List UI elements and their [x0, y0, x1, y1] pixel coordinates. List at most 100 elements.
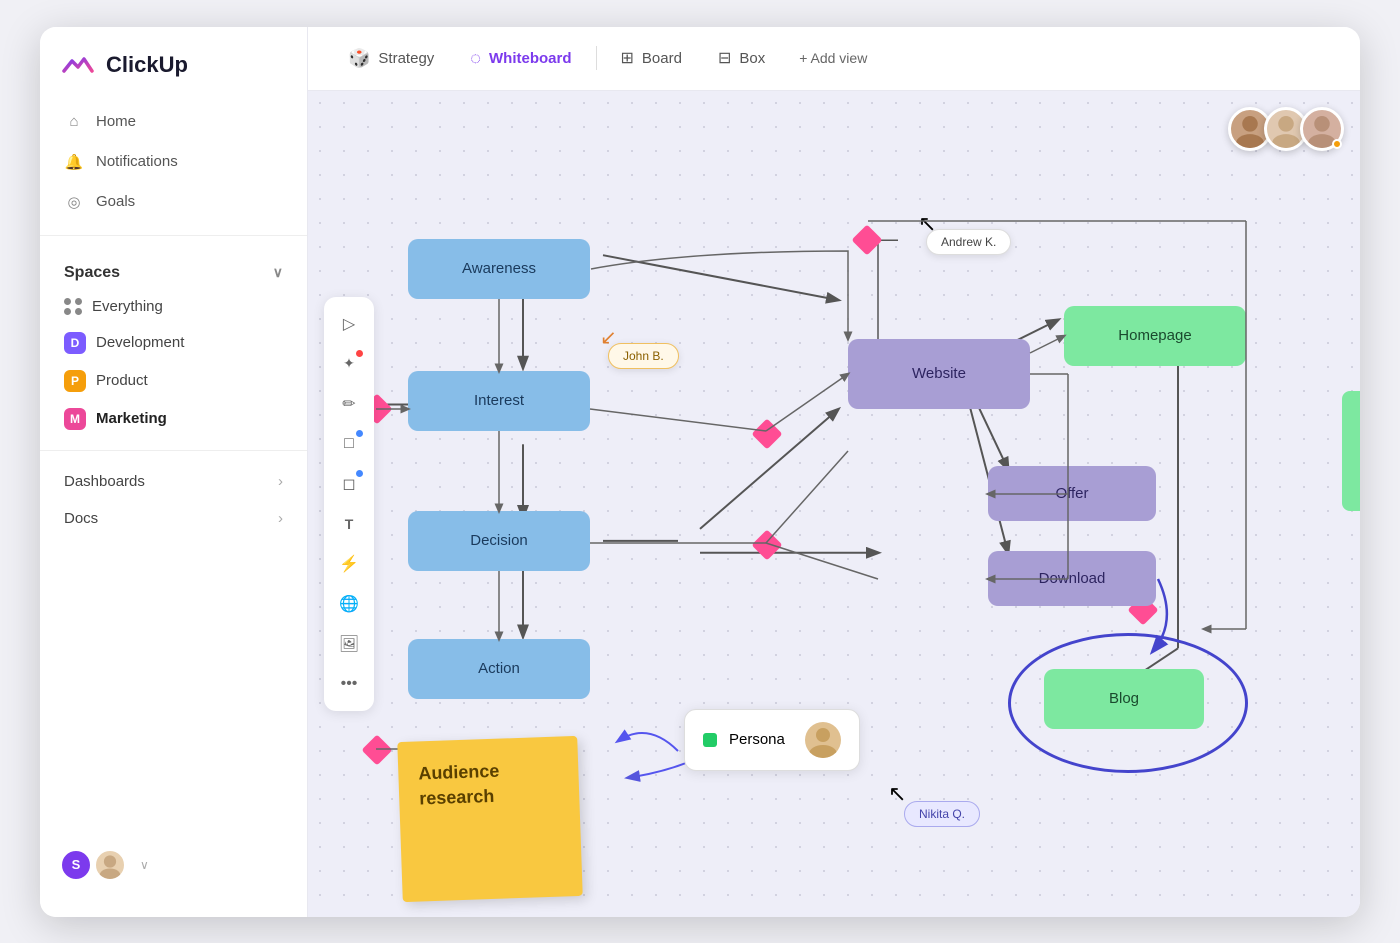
add-view-button[interactable]: + Add view	[785, 42, 881, 74]
node-website[interactable]: Website	[848, 339, 1030, 409]
avatar-status-dot	[1332, 139, 1342, 149]
sidebar-docs[interactable]: Docs ›	[40, 500, 307, 537]
cursor-nikita: ↖	[888, 781, 906, 807]
nav-notifications[interactable]: 🔔 Notifications	[52, 143, 295, 181]
sidebar-item-marketing[interactable]: M Marketing	[40, 400, 307, 438]
right-edge-strip	[1342, 391, 1360, 511]
globe-tool[interactable]: 🌐	[332, 587, 366, 621]
magic-tool-dot	[356, 350, 363, 357]
text-tool[interactable]: T	[332, 507, 366, 541]
persona-card[interactable]: Persona	[684, 709, 860, 771]
sidebar-dashboards[interactable]: Dashboards ›	[40, 463, 307, 500]
node-interest[interactable]: Interest	[408, 371, 590, 431]
user-dropdown-arrow[interactable]: ∨	[140, 858, 149, 872]
spaces-label: Spaces	[64, 264, 120, 282]
strategy-icon: 🎲	[348, 48, 370, 69]
node-download[interactable]: Download	[988, 551, 1156, 606]
nav-section: ⌂ Home 🔔 Notifications ◎ Goals	[40, 103, 307, 223]
spaces-collapse-icon[interactable]: ∨	[273, 264, 283, 281]
magic-tool[interactable]: ✦	[332, 347, 366, 381]
connector-tool[interactable]: ⚡	[332, 547, 366, 581]
node-homepage[interactable]: Homepage	[1064, 306, 1246, 366]
sidebar: ClickUp ⌂ Home 🔔 Notifications ◎ Goals S…	[40, 27, 308, 917]
whiteboard-canvas[interactable]: ↖ Andrew K. ▷ ✦ ✏ □ ◻ T ⚡ 🌐	[308, 91, 1360, 917]
clickup-logo-icon	[60, 47, 96, 83]
persona-label: Persona	[729, 731, 785, 748]
space-everything-label: Everything	[92, 298, 163, 315]
tab-strategy[interactable]: 🎲 Strategy	[332, 40, 450, 77]
logo-text: ClickUp	[106, 52, 188, 78]
whiteboard-icon: ◌	[470, 48, 481, 69]
app-container: ClickUp ⌂ Home 🔔 Notifications ◎ Goals S…	[40, 27, 1360, 917]
spaces-header: Spaces ∨	[40, 248, 307, 290]
nav-goals[interactable]: ◎ Goals	[52, 183, 295, 221]
space-development-label: Development	[96, 334, 184, 351]
node-awareness[interactable]: Awareness	[408, 239, 590, 299]
dashboards-label: Dashboards	[64, 473, 145, 490]
everything-icon	[64, 298, 82, 316]
node-decision[interactable]: Decision	[408, 511, 590, 571]
user-avatar-s: S	[60, 849, 92, 881]
image-tool[interactable]: 🖼	[332, 627, 366, 661]
space-marketing-label: Marketing	[96, 410, 167, 427]
sticky-note-text: Audienceresearch	[418, 760, 500, 808]
product-dot: P	[64, 370, 86, 392]
sidebar-item-product[interactable]: P Product	[40, 362, 307, 400]
board-icon: ⊞	[621, 48, 634, 68]
nav-home[interactable]: ⌂ Home	[52, 103, 295, 141]
more-tool[interactable]: •••	[332, 667, 366, 701]
main-content: 🎲 Strategy ◌ Whiteboard ⊞ Board ⊟ Box + …	[308, 27, 1360, 917]
tab-box[interactable]: ⊟ Box	[702, 40, 781, 76]
persona-avatar	[805, 722, 841, 758]
docs-label: Docs	[64, 510, 98, 527]
node-action[interactable]: Action	[408, 639, 590, 699]
logo-area: ClickUp	[40, 47, 307, 103]
collab-avatars	[1228, 107, 1344, 151]
dashboards-chevron: ›	[278, 473, 283, 490]
box-icon: ⊟	[718, 48, 731, 68]
user-avatar-photo	[94, 849, 126, 881]
goals-icon: ◎	[64, 192, 84, 212]
marketing-dot: M	[64, 408, 86, 430]
sticky-note-audience[interactable]: Audienceresearch	[397, 735, 582, 901]
diamond-right	[751, 529, 782, 560]
collab-avatar-wrapper	[1300, 107, 1344, 151]
shape-tool-dot	[356, 430, 363, 437]
nav-goals-label: Goals	[96, 193, 135, 210]
sticky-tool-dot	[356, 470, 363, 477]
tool-bar: ▷ ✦ ✏ □ ◻ T ⚡ 🌐 🖼 •••	[324, 297, 374, 711]
node-offer[interactable]: Offer	[988, 466, 1156, 521]
diamond-bottom	[361, 734, 392, 765]
development-dot: D	[64, 332, 86, 354]
bell-icon: 🔔	[64, 152, 84, 172]
nav-home-label: Home	[96, 113, 136, 130]
tab-whiteboard-label: Whiteboard	[489, 50, 572, 67]
pen-tool[interactable]: ✏	[332, 387, 366, 421]
space-product-label: Product	[96, 372, 148, 389]
select-tool[interactable]: ▷	[332, 307, 366, 341]
andrew-label: Andrew K.	[926, 229, 1011, 255]
docs-chevron: ›	[278, 510, 283, 527]
node-blog[interactable]: Blog	[1044, 669, 1204, 729]
add-view-label: + Add view	[799, 50, 867, 66]
tab-box-label: Box	[739, 50, 765, 67]
tab-divider	[596, 46, 597, 70]
tab-board-label: Board	[642, 50, 682, 67]
shape-tool[interactable]: □	[332, 427, 366, 461]
nikita-label: Nikita Q.	[904, 801, 980, 827]
sticky-tool[interactable]: ◻	[332, 467, 366, 501]
sidebar-item-development[interactable]: D Development	[40, 324, 307, 362]
diamond-mid	[751, 418, 782, 449]
sidebar-item-everything[interactable]: Everything	[40, 290, 307, 324]
diamond-top	[851, 224, 882, 255]
sidebar-footer: S ∨	[40, 833, 307, 897]
persona-dot	[703, 733, 717, 747]
home-icon: ⌂	[64, 112, 84, 132]
top-bar: 🎲 Strategy ◌ Whiteboard ⊞ Board ⊟ Box + …	[308, 27, 1360, 91]
tab-strategy-label: Strategy	[378, 50, 434, 67]
tab-whiteboard[interactable]: ◌ Whiteboard	[454, 40, 587, 77]
nav-notifications-label: Notifications	[96, 153, 178, 170]
john-label: John B.	[608, 343, 679, 369]
tab-board[interactable]: ⊞ Board	[605, 40, 698, 76]
persona-arrow-svg	[598, 681, 698, 761]
